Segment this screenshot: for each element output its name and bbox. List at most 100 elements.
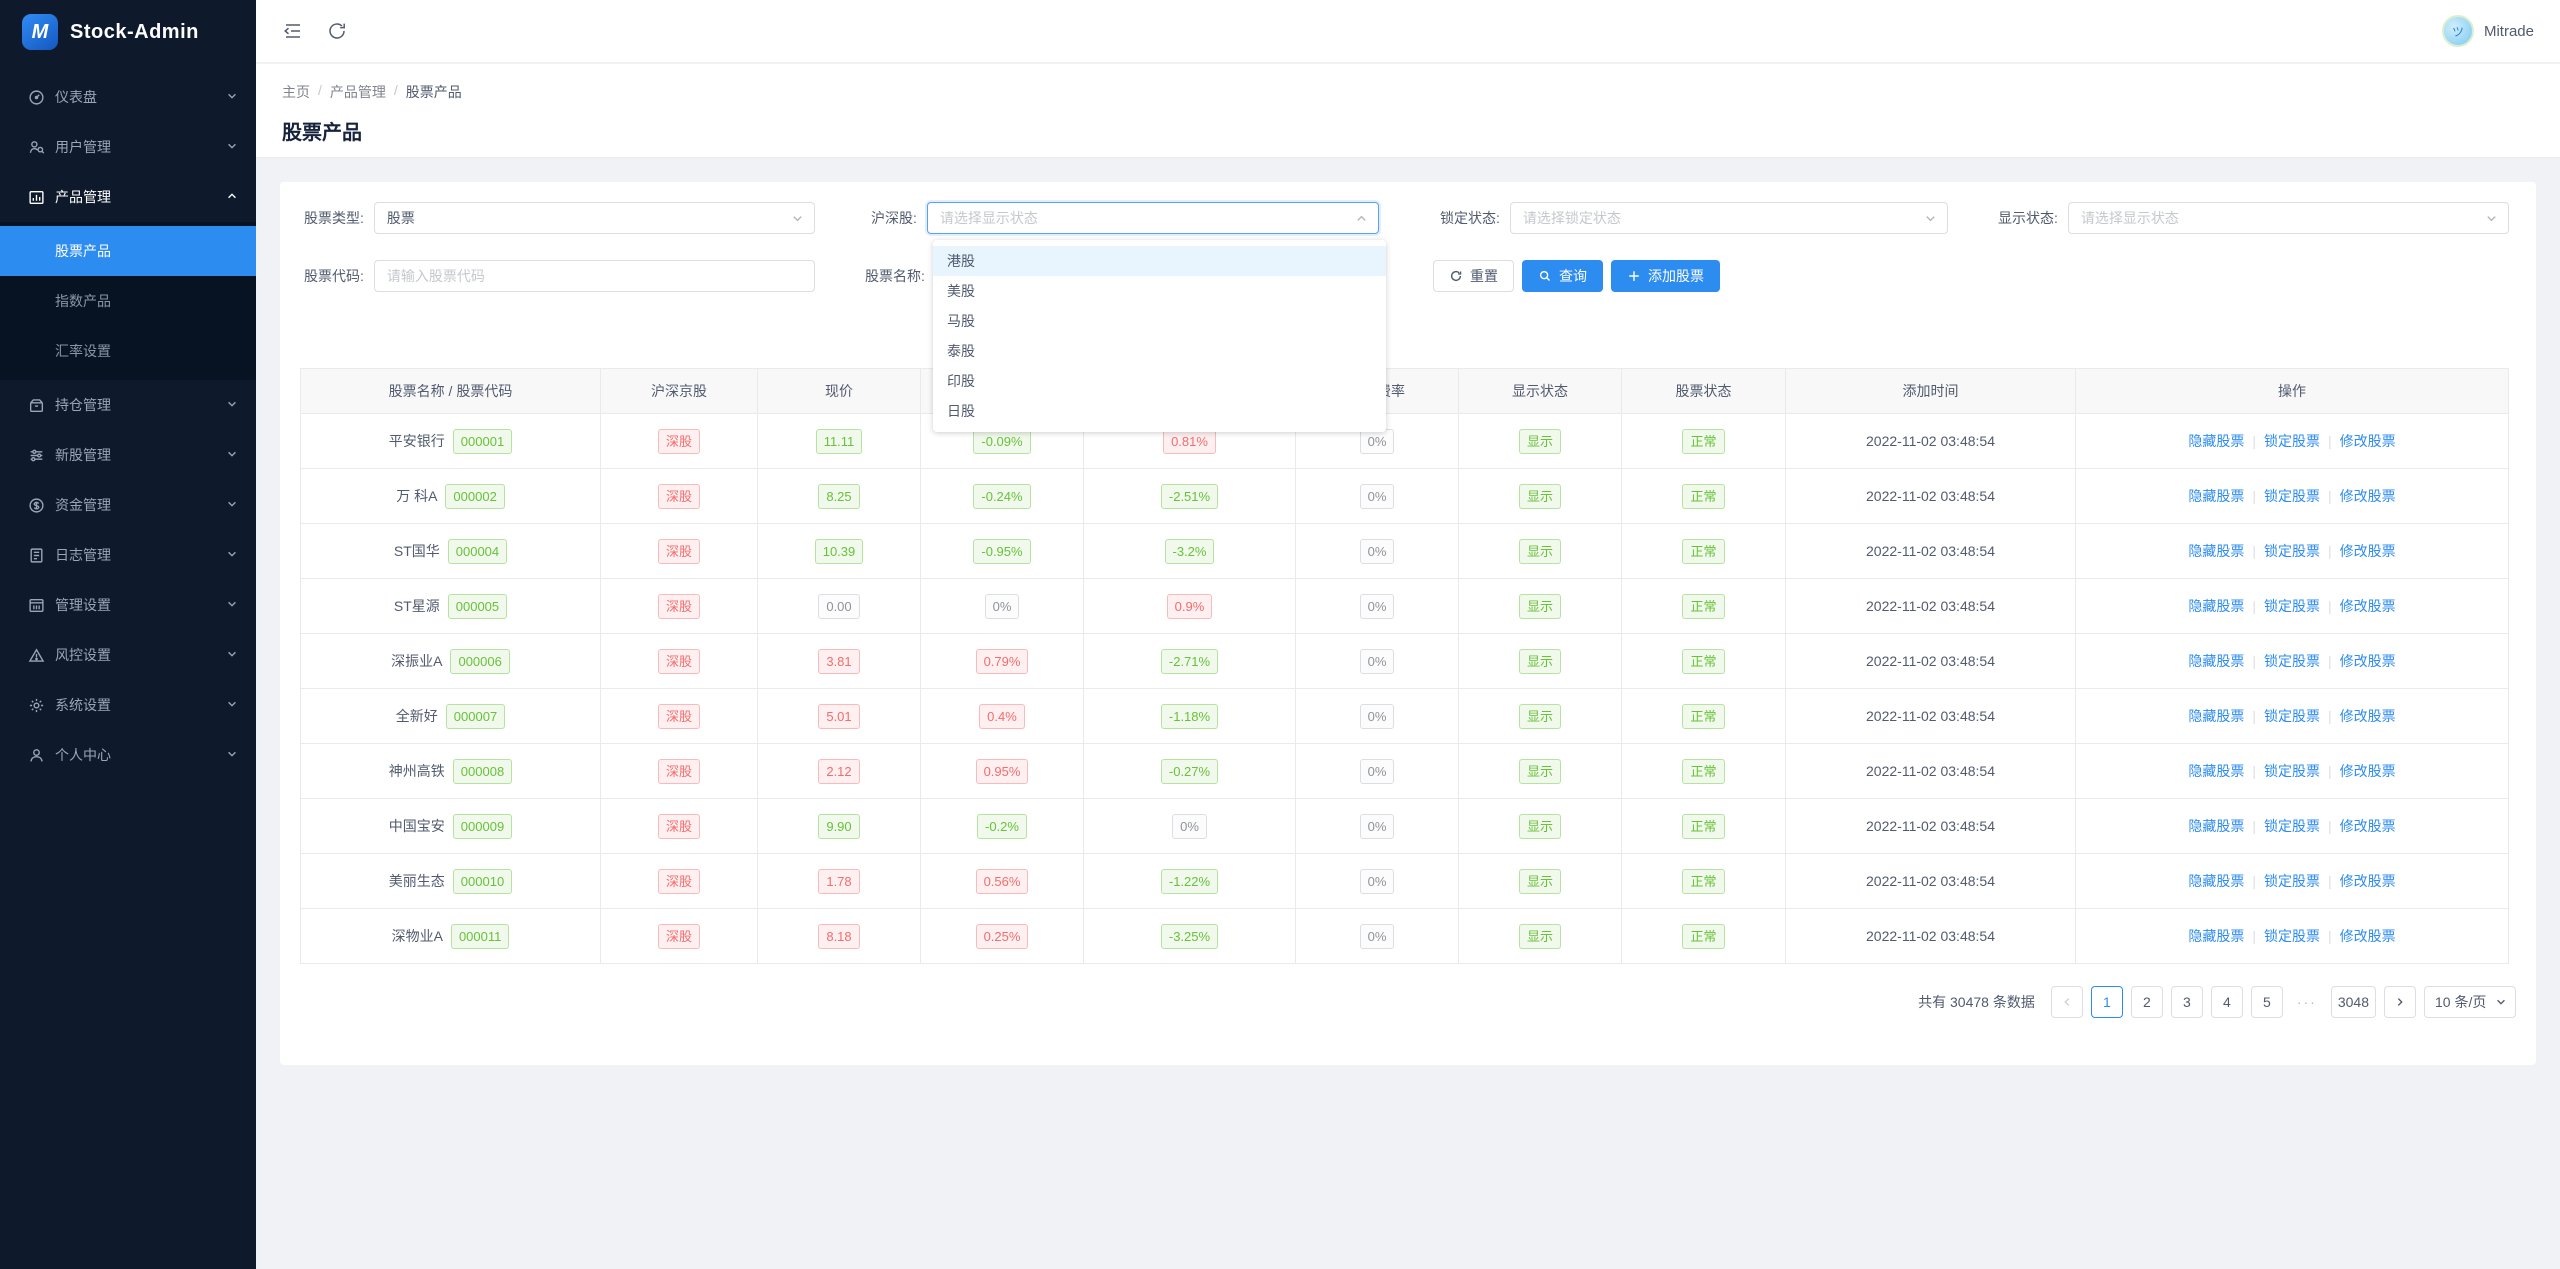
action-lock-link[interactable]: 锁定股票 xyxy=(2264,598,2320,614)
action-lock-link[interactable]: 锁定股票 xyxy=(2264,818,2320,834)
stock-code-badge: 000009 xyxy=(452,813,513,839)
action-lock-link[interactable]: 锁定股票 xyxy=(2264,928,2320,944)
page-button-1[interactable]: 1 xyxy=(2090,986,2123,1018)
change1-badge: 0.79% xyxy=(975,648,1029,674)
stock-type-select[interactable]: 股票 xyxy=(373,202,815,234)
dropdown-option-印股[interactable]: 印股 xyxy=(933,366,1386,396)
action-lock-link[interactable]: 锁定股票 xyxy=(2264,488,2320,504)
sidebar-item-3[interactable]: 持仓管理 xyxy=(0,380,256,430)
logs-icon xyxy=(28,547,45,564)
action-hide-link[interactable]: 隐藏股票 xyxy=(2188,928,2244,944)
search-button[interactable]: 查询 xyxy=(1522,260,1603,292)
stock-code-input[interactable]: 请输入股票代码 xyxy=(373,260,815,292)
dropdown-option-泰股[interactable]: 泰股 xyxy=(933,336,1386,366)
action-hide-link[interactable]: 隐藏股票 xyxy=(2188,708,2244,724)
submenu-item-股票产品[interactable]: 股票产品 xyxy=(0,226,256,276)
action-edit-link[interactable]: 修改股票 xyxy=(2340,543,2396,559)
action-hide-link[interactable]: 隐藏股票 xyxy=(2188,433,2244,449)
sidebar-item-1[interactable]: 用户管理 xyxy=(0,122,256,172)
action-lock-link[interactable]: 锁定股票 xyxy=(2264,433,2320,449)
display-status-badge: 显示 xyxy=(1518,538,1561,564)
chevron-down-icon xyxy=(226,747,238,763)
sidebar-item-10[interactable]: 个人中心 xyxy=(0,730,256,780)
sidebar-item-7[interactable]: 管理设置 xyxy=(0,580,256,630)
action-hide-link[interactable]: 隐藏股票 xyxy=(2188,488,2244,504)
last-page-button[interactable]: 3048 xyxy=(2330,986,2376,1018)
reset-button[interactable]: 重置 xyxy=(1433,260,1514,292)
next-page-button[interactable] xyxy=(2384,986,2416,1018)
action-hide-link[interactable]: 隐藏股票 xyxy=(2188,818,2244,834)
column-header: 股票状态 xyxy=(1621,368,1786,414)
change2-badge: 0.9% xyxy=(1166,593,1213,619)
display-status-badge: 显示 xyxy=(1518,428,1561,454)
stock-code-label: 股票代码: xyxy=(304,268,364,284)
collapse-sidebar-icon[interactable] xyxy=(282,20,304,42)
page-size-select[interactable]: 10 条/页 xyxy=(2424,986,2516,1018)
chevron-down-icon xyxy=(226,89,238,105)
sidebar-item-label: 管理设置 xyxy=(55,597,111,613)
action-lock-link[interactable]: 锁定股票 xyxy=(2264,653,2320,669)
market-badge: 深股 xyxy=(657,923,700,949)
hs-market-select[interactable]: 请选择显示状态 xyxy=(926,202,1379,234)
sidebar-item-9[interactable]: 系统设置 xyxy=(0,680,256,730)
dropdown-option-港股[interactable]: 港股 xyxy=(933,246,1386,276)
action-hide-link[interactable]: 隐藏股票 xyxy=(2188,873,2244,889)
action-edit-link[interactable]: 修改股票 xyxy=(2340,653,2396,669)
stock-name: 中国宝安 xyxy=(388,818,445,834)
action-hide-link[interactable]: 隐藏股票 xyxy=(2188,763,2244,779)
added-time: 2022-11-02 03:48:54 xyxy=(1866,873,1995,889)
added-time: 2022-11-02 03:48:54 xyxy=(1866,708,1995,724)
price-badge: 11.11 xyxy=(815,428,863,454)
dropdown-option-日股[interactable]: 日股 xyxy=(933,396,1386,426)
breadcrumb-home[interactable]: 主页 xyxy=(282,82,310,102)
action-hide-link[interactable]: 隐藏股票 xyxy=(2188,653,2244,669)
sidebar-item-label: 系统设置 xyxy=(55,697,111,713)
breadcrumb-product-management[interactable]: 产品管理 xyxy=(330,82,386,102)
submenu-item-汇率设置[interactable]: 汇率设置 xyxy=(0,326,256,376)
action-edit-link[interactable]: 修改股票 xyxy=(2340,818,2396,834)
page-button-3[interactable]: 3 xyxy=(2170,986,2203,1018)
sidebar-item-2[interactable]: 产品管理 xyxy=(0,172,256,222)
action-lock-link[interactable]: 锁定股票 xyxy=(2264,763,2320,779)
sidebar-item-4[interactable]: 新股管理 xyxy=(0,430,256,480)
page-button-4[interactable]: 4 xyxy=(2210,986,2243,1018)
action-lock-link[interactable]: 锁定股票 xyxy=(2264,708,2320,724)
sidebar-item-5[interactable]: 资金管理 xyxy=(0,480,256,530)
action-lock-link[interactable]: 锁定股票 xyxy=(2264,543,2320,559)
display-status-select[interactable]: 请选择显示状态 xyxy=(2067,202,2509,234)
action-edit-link[interactable]: 修改股票 xyxy=(2340,873,2396,889)
dropdown-option-美股[interactable]: 美股 xyxy=(933,276,1386,306)
action-hide-link[interactable]: 隐藏股票 xyxy=(2188,543,2244,559)
action-edit-link[interactable]: 修改股票 xyxy=(2340,928,2396,944)
dropdown-option-马股[interactable]: 马股 xyxy=(933,306,1386,336)
chevron-down-icon xyxy=(2497,999,2505,1005)
fee-rate-badge: 0% xyxy=(1359,593,1395,619)
action-edit-link[interactable]: 修改股票 xyxy=(2340,488,2396,504)
table-row: 深物业A 000011 深股 8.18 0.25% -3.25% 0% 显示 正常 2022-11… xyxy=(300,908,2509,964)
stock-status-badge: 正常 xyxy=(1682,483,1725,509)
sidebar-item-0[interactable]: 仪表盘 xyxy=(0,72,256,122)
action-edit-link[interactable]: 修改股票 xyxy=(2340,433,2396,449)
page-button-2[interactable]: 2 xyxy=(2130,986,2163,1018)
sidebar-item-8[interactable]: 风控设置 xyxy=(0,630,256,680)
action-lock-link[interactable]: 锁定股票 xyxy=(2264,873,2320,889)
action-hide-link[interactable]: 隐藏股票 xyxy=(2188,598,2244,614)
avatar[interactable]: ツ xyxy=(2441,15,2474,47)
fee-rate-badge: 0% xyxy=(1359,703,1395,729)
reset-label: 重置 xyxy=(1470,268,1498,284)
stock-status-badge: 正常 xyxy=(1682,813,1725,839)
price-badge: 10.39 xyxy=(814,538,864,564)
action-edit-link[interactable]: 修改股票 xyxy=(2340,763,2396,779)
username[interactable]: Mitrade xyxy=(2484,23,2534,40)
refresh-icon[interactable] xyxy=(326,20,348,42)
action-separator: | xyxy=(2252,488,2256,504)
sidebar-item-6[interactable]: 日志管理 xyxy=(0,530,256,580)
action-edit-link[interactable]: 修改股票 xyxy=(2340,708,2396,724)
lock-status-select[interactable]: 请选择锁定状态 xyxy=(1509,202,1948,234)
page-button-5[interactable]: 5 xyxy=(2250,986,2283,1018)
submenu-item-指数产品[interactable]: 指数产品 xyxy=(0,276,256,326)
prev-page-button[interactable] xyxy=(2050,986,2083,1018)
action-edit-link[interactable]: 修改股票 xyxy=(2340,598,2396,614)
add-stock-button[interactable]: 添加股票 xyxy=(1611,260,1720,292)
action-separator: | xyxy=(2252,598,2256,614)
